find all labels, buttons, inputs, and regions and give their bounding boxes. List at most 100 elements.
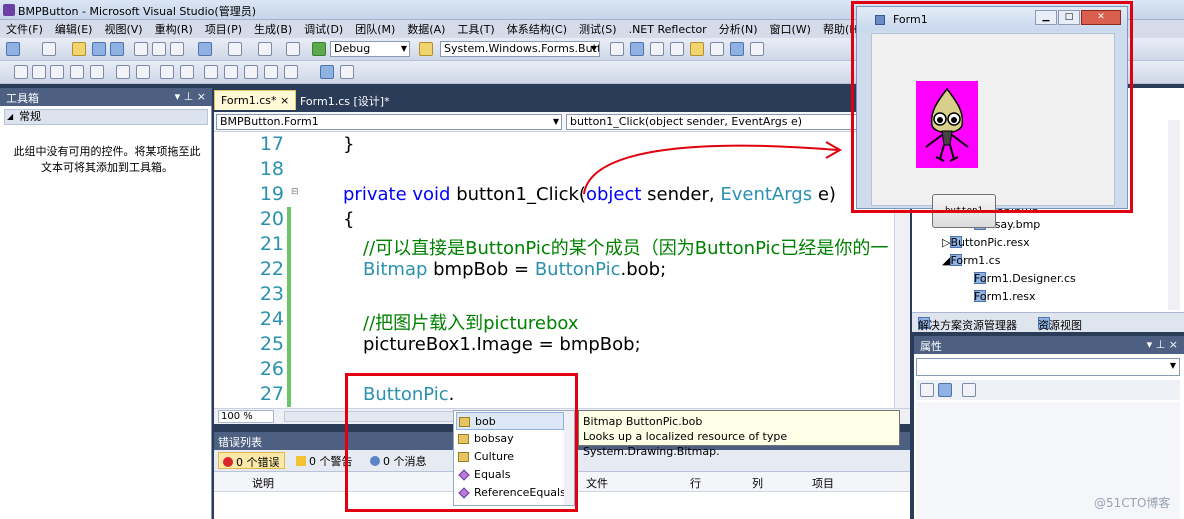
column-file[interactable]: 文件 — [586, 475, 608, 491]
chevron-down-icon: ▼ — [1169, 361, 1176, 370]
toolbox-icon[interactable] — [690, 42, 704, 56]
menu-data[interactable]: 数据(A) — [401, 21, 451, 37]
menu-debug[interactable]: 调试(D) — [298, 21, 349, 37]
make-same-width-icon[interactable] — [116, 65, 130, 79]
visual-studio-icon — [3, 4, 15, 16]
save-all-icon[interactable] — [110, 42, 124, 56]
align-middles-icon[interactable] — [90, 65, 104, 79]
undo-icon[interactable] — [198, 42, 212, 56]
add-item-icon[interactable] — [42, 42, 56, 56]
line-number: 18 — [259, 158, 284, 180]
toolbox-panel: 常规 此组中没有可用的控件。将某项拖至此文本可将其添加到工具箱。 — [0, 106, 212, 519]
navigate-backward-icon[interactable] — [258, 42, 272, 56]
categorized-icon[interactable] — [920, 383, 934, 397]
menu-refactor[interactable]: 重构(R) — [149, 21, 199, 37]
pin-icon[interactable]: ▾ ⊥ × — [175, 90, 206, 103]
annotation-arrow — [583, 141, 843, 195]
cut-icon[interactable] — [134, 42, 148, 56]
find-combo[interactable]: System.Windows.Forms.Butto ▼ — [440, 41, 600, 57]
horizontal-spacing-icon[interactable] — [160, 65, 174, 79]
class-select[interactable]: BMPButton.Form1 ▼ — [216, 114, 562, 130]
find-icon[interactable] — [610, 42, 624, 56]
menu-project[interactable]: 项目(P) — [199, 21, 248, 37]
line-number: 21 — [259, 233, 284, 255]
object-browser-icon[interactable] — [670, 42, 684, 56]
zoom-select[interactable]: 100 % — [218, 410, 274, 423]
toolbox-title: 工具箱 — [6, 92, 39, 105]
toolbox-group-general[interactable]: 常规 — [4, 109, 208, 125]
errors-filter-button[interactable]: 0 个错误 — [218, 452, 285, 469]
menu-file[interactable]: 文件(F) — [0, 21, 49, 37]
solution-scrollbar[interactable] — [1168, 120, 1180, 310]
properties-window-icon[interactable] — [650, 42, 664, 56]
open-file-icon[interactable] — [72, 42, 86, 56]
align-tops-icon[interactable] — [70, 65, 84, 79]
line-number: 19 — [259, 183, 284, 205]
object-select[interactable]: ▼ — [916, 358, 1180, 376]
solution-configuration-select[interactable]: Debug ▼ — [330, 41, 410, 57]
copy-icon[interactable] — [152, 42, 166, 56]
navigate-forward-icon[interactable] — [286, 42, 300, 56]
make-same-height-icon[interactable] — [136, 65, 150, 79]
save-icon[interactable] — [92, 42, 106, 56]
tab-form1-cs[interactable]: Form1.cs* × — [214, 90, 297, 110]
column-column[interactable]: 列 — [752, 475, 763, 491]
lock-controls-icon[interactable] — [320, 65, 334, 79]
menu-reflector[interactable]: .NET Reflector — [623, 23, 713, 36]
menu-analyze[interactable]: 分析(N) — [713, 21, 764, 37]
code-line-21: //可以直接是ButtonPic的某个成员（因为ButtonPic已经是你的一 — [363, 238, 889, 259]
tab-order-icon[interactable] — [284, 65, 298, 79]
align-lefts-icon[interactable] — [14, 65, 28, 79]
center-horizontally-icon[interactable] — [204, 65, 218, 79]
properties-header: 属性 ▾ ⊥ × — [914, 336, 1184, 354]
align-centers-icon[interactable] — [32, 65, 46, 79]
menu-architecture[interactable]: 体系结构(C) — [501, 21, 573, 37]
watermark: @51CTO博客 — [1094, 496, 1171, 510]
menu-team[interactable]: 团队(M) — [349, 21, 401, 37]
line-number: 25 — [259, 333, 284, 355]
find-in-files-icon[interactable] — [419, 42, 433, 56]
center-vertically-icon[interactable] — [224, 65, 238, 79]
property-pages-icon[interactable] — [962, 383, 976, 397]
line-number: 23 — [259, 283, 284, 305]
start-page-icon[interactable] — [710, 42, 724, 56]
window-title: BMPButton - Microsoft Visual Studio(管理员) — [18, 5, 256, 18]
properties-title: 属性 — [920, 340, 942, 353]
line-number: 24 — [259, 308, 284, 330]
line-number: 27 — [259, 383, 284, 405]
redo-icon[interactable] — [228, 42, 242, 56]
close-icon[interactable]: × — [280, 94, 289, 107]
code-line-25: pictureBox1.Image = bmpBob; — [363, 334, 641, 355]
tab-form1-designer[interactable]: Form1.cs [设计]* — [294, 90, 396, 110]
more-layout-icon[interactable] — [340, 65, 354, 79]
tooltip-signature: Bitmap ButtonPic.bob — [583, 415, 703, 428]
paste-icon[interactable] — [170, 42, 184, 56]
pin-icon[interactable]: ▾ ⊥ × — [1147, 338, 1178, 351]
bring-to-front-icon[interactable] — [244, 65, 258, 79]
column-line[interactable]: 行 — [690, 475, 701, 491]
menu-edit[interactable]: 编辑(E) — [49, 21, 99, 37]
menu-view[interactable]: 视图(V) — [98, 21, 148, 37]
vertical-spacing-icon[interactable] — [180, 65, 194, 79]
solution-tabs: 解决方案资源管理器 资源视图 — [912, 312, 1184, 332]
menu-window[interactable]: 窗口(W) — [764, 21, 817, 37]
tree-item-form1-cs[interactable]: ◢ Form1.cs — [942, 254, 1000, 267]
alphabetical-icon[interactable] — [938, 383, 952, 397]
warning-icon — [296, 456, 306, 466]
column-description[interactable]: 说明 — [252, 475, 274, 491]
editor-navigation-bar: BMPButton.Form1 ▼ button1_Click(object se… — [214, 112, 910, 132]
start-debugging-icon[interactable] — [312, 42, 326, 56]
column-project[interactable]: 项目 — [812, 475, 834, 491]
more-tools-icon[interactable] — [750, 42, 764, 56]
collapse-icon[interactable]: ⊟ — [291, 187, 299, 197]
extension-manager-icon[interactable] — [730, 42, 744, 56]
send-to-back-icon[interactable] — [264, 65, 278, 79]
tree-item-buttonpic-resx[interactable]: ▷ ButtonPic.resx — [942, 236, 1030, 249]
menu-tools[interactable]: 工具(T) — [451, 21, 500, 37]
menu-test[interactable]: 测试(S) — [573, 21, 623, 37]
new-project-icon[interactable] — [6, 42, 20, 56]
solution-explorer-icon[interactable] — [630, 42, 644, 56]
align-rights-icon[interactable] — [50, 65, 64, 79]
menu-build[interactable]: 生成(B) — [248, 21, 298, 37]
form-highlight-frame — [851, 1, 1133, 213]
